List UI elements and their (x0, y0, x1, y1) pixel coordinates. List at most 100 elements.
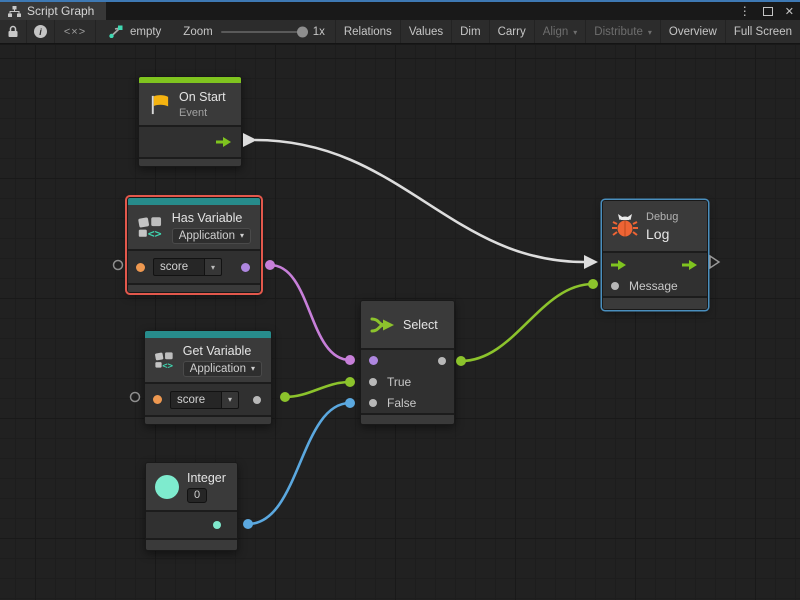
tab-script-graph[interactable]: Script Graph (0, 2, 106, 20)
false-port-label: False (387, 396, 416, 410)
name-input-port[interactable] (153, 395, 162, 404)
script-graph-window: Script Graph ⋮ ✕ i <×> (0, 0, 800, 600)
wire-flow-onstart-to-log (243, 133, 598, 269)
variables-icon: <> (137, 214, 164, 240)
connection-icon (108, 25, 124, 38)
zoom-value: 1x (313, 26, 325, 38)
scope-dropdown[interactable]: Application ▾ (183, 361, 262, 377)
scope-dropdown[interactable]: Application ▾ (172, 228, 251, 244)
info-icon: i (34, 25, 47, 38)
graph-canvas[interactable]: On Start Event <> (0, 45, 800, 600)
integer-output-port[interactable] (213, 521, 221, 529)
window-controls: ⋮ ✕ (739, 2, 794, 20)
svg-text:<>: <> (148, 227, 162, 240)
message-port-row: Message (603, 276, 707, 296)
menu-kebab-icon[interactable]: ⋮ (739, 4, 751, 18)
node-header: On Start Event (139, 83, 241, 125)
info-button[interactable]: i (27, 20, 55, 43)
zoom-slider-handle[interactable] (297, 26, 308, 37)
chevron-down-icon: ▾ (211, 263, 215, 272)
selection-output-port[interactable] (438, 357, 446, 365)
true-port-row: True (361, 371, 454, 392)
dim-button[interactable]: Dim (452, 20, 489, 43)
node-header: Integer 0 (146, 463, 237, 510)
zoom-slider[interactable] (221, 31, 305, 33)
maximize-icon[interactable] (763, 7, 773, 16)
condition-input-port[interactable] (369, 356, 378, 365)
graph-icon (8, 6, 21, 17)
variable-name-field[interactable]: score ▾ (153, 258, 222, 276)
carry-button[interactable]: Carry (490, 20, 535, 43)
title-bar: Script Graph ⋮ ✕ (0, 0, 800, 20)
node-integer[interactable]: Integer 0 (145, 462, 238, 551)
node-title: Select (403, 318, 438, 332)
wire-select-to-log-message (456, 279, 598, 366)
variable-name-field[interactable]: score ▾ (170, 391, 239, 409)
wire-hasvariable-to-select (265, 260, 355, 365)
overview-button[interactable]: Overview (661, 20, 726, 43)
fullscreen-button[interactable]: Full Screen (726, 20, 800, 43)
unconnected-flow-indicator (710, 256, 719, 268)
node-has-variable[interactable]: <> Has Variable Application ▾ score ▾ (127, 197, 261, 293)
lock-icon (7, 25, 19, 38)
zoom-control: Zoom 1x (173, 20, 335, 43)
bug-icon (612, 213, 638, 239)
message-port-label: Message (629, 279, 678, 293)
flow-input-port[interactable] (611, 260, 626, 270)
lock-button[interactable] (0, 20, 27, 43)
variable-dropdown-button[interactable]: ▾ (222, 391, 239, 409)
node-debug-log[interactable]: Debug Log Message (602, 200, 708, 310)
chevron-down-icon: ▾ (240, 231, 244, 240)
chevron-down-icon: ▾ (228, 395, 232, 404)
flow-output-port[interactable] (682, 260, 697, 270)
value-output-port[interactable] (253, 396, 261, 404)
node-title: Has Variable (172, 211, 251, 225)
align-button[interactable]: Align▾ (535, 20, 587, 43)
node-title: Integer (187, 471, 226, 485)
variable-dropdown-button[interactable]: ▾ (205, 258, 222, 276)
zoom-to-fit-button[interactable]: <×> (55, 20, 96, 43)
variable-color-bar (145, 331, 271, 338)
node-on-start[interactable]: On Start Event (138, 76, 242, 167)
name-input-port[interactable] (136, 263, 145, 272)
true-port-label: True (387, 375, 411, 389)
graph-toolbar: i <×> empty Zoom 1x Relations Values Dim… (0, 20, 800, 44)
zoom-label: Zoom (183, 26, 212, 38)
node-footer (603, 296, 707, 309)
relations-button[interactable]: Relations (335, 20, 401, 43)
message-input-port[interactable] (611, 282, 619, 290)
node-footer (146, 538, 237, 550)
value-port-row: score ▾ (128, 249, 260, 283)
false-port-row: False (361, 392, 454, 413)
value-port-row (146, 510, 237, 538)
value-port-row: score ▾ (145, 382, 271, 415)
clipboard-status: empty (96, 20, 173, 43)
node-footer (128, 283, 260, 292)
integer-literal-icon (155, 475, 179, 499)
chevron-down-icon: ▾ (251, 364, 255, 373)
flow-port-row (603, 251, 707, 276)
chevron-down-icon: ▾ (648, 28, 652, 37)
integer-value-field[interactable]: 0 (187, 488, 207, 503)
true-input-port[interactable] (369, 378, 377, 386)
node-title: Get Variable (183, 344, 262, 358)
values-button[interactable]: Values (401, 20, 452, 43)
flag-icon (148, 93, 171, 116)
flow-output-port[interactable] (216, 137, 231, 147)
node-get-variable[interactable]: <> Get Variable Application ▾ score ▾ (144, 330, 272, 425)
false-input-port[interactable] (369, 399, 377, 407)
variable-color-bar (128, 198, 260, 205)
bool-output-port[interactable] (241, 263, 250, 272)
unconnected-port-indicator (114, 261, 123, 270)
condition-port-row (361, 348, 454, 371)
close-icon[interactable]: ✕ (785, 5, 794, 18)
node-footer (361, 413, 454, 424)
node-select[interactable]: Select True False (360, 300, 455, 425)
node-header: <> Get Variable Application ▾ (145, 338, 271, 382)
flow-port-row (139, 125, 241, 157)
distribute-button[interactable]: Distribute▾ (586, 20, 661, 43)
node-subtitle: Event (179, 107, 226, 119)
node-header: <> Has Variable Application ▾ (128, 205, 260, 249)
node-title: On Start (179, 90, 226, 104)
node-footer (145, 415, 271, 424)
